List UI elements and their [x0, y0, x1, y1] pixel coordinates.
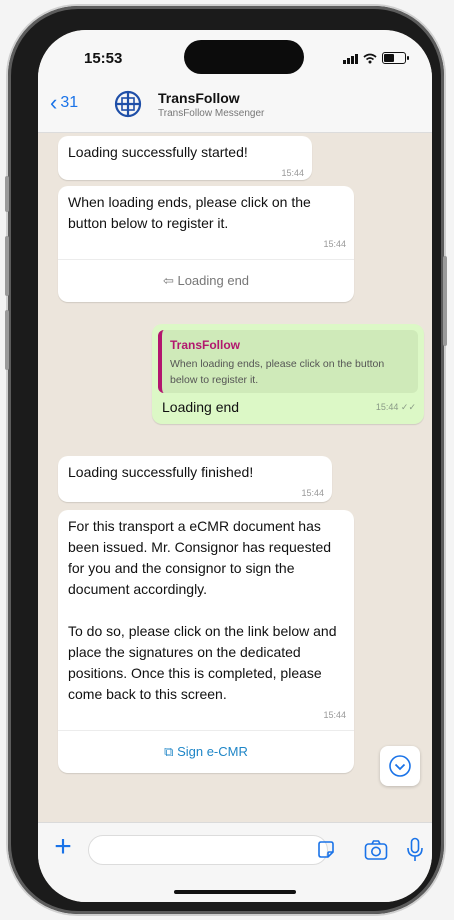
chevron-down-circle-icon [389, 755, 411, 777]
message-text: When loading ends, please click on the b… [68, 194, 311, 231]
sticker-icon[interactable] [316, 840, 336, 860]
sign-ecmr-link-label: Sign e-CMR [177, 744, 248, 759]
dynamic-island [184, 40, 304, 74]
message-time: 15:44 [281, 168, 304, 178]
message-bubble[interactable]: For this transport a eCMR document has b… [58, 510, 354, 773]
quoted-sender: TransFollow [170, 338, 241, 352]
signal-icon [343, 53, 358, 64]
side-button-mute [5, 176, 9, 212]
message-text: For this transport a eCMR document has b… [68, 518, 337, 702]
reply-icon: ⇦ [162, 273, 174, 288]
status-icons [343, 52, 409, 64]
message-bubble-outgoing[interactable]: TransFollow When loading ends, please cl… [152, 324, 424, 424]
message-time: 15:44 [323, 239, 346, 249]
back-button[interactable]: ‹ 31 [50, 92, 78, 114]
message-time: 15:44 [301, 488, 324, 498]
chat-name[interactable]: TransFollow [158, 90, 240, 106]
quoted-text: When loading ends, please click on the b… [170, 358, 385, 386]
scroll-down-button[interactable] [380, 746, 420, 786]
chat-header: ‹ 31 TransFollow TransFollow Messenger [38, 80, 432, 133]
message-bubble[interactable]: Loading successfully finished! 15:44 [58, 456, 332, 502]
transfollow-logo-avatar[interactable] [110, 86, 146, 122]
message-time: 15:44 [375, 402, 399, 412]
external-link-icon: ⧉ [164, 744, 174, 759]
side-button-power [443, 256, 447, 346]
home-indicator[interactable] [174, 890, 296, 894]
message-input[interactable] [88, 835, 328, 865]
side-button-volume-down [5, 310, 9, 370]
back-count: 31 [60, 94, 79, 111]
message-bubble[interactable]: Loading successfully started! 15:44 [58, 136, 312, 180]
plus-icon[interactable]: + [48, 832, 78, 863]
message-text: Loading successfully started! [68, 144, 248, 160]
loading-end-button-label: Loading end [177, 273, 250, 288]
camera-icon[interactable] [364, 839, 388, 861]
message-bubble[interactable]: When loading ends, please click on the b… [58, 186, 354, 302]
wifi-icon [363, 53, 377, 63]
quoted-message[interactable]: TransFollow When loading ends, please cl… [158, 330, 418, 393]
status-time: 15:53 [84, 50, 123, 67]
microphone-icon[interactable] [406, 837, 424, 863]
sign-ecmr-link[interactable]: ⧉ Sign e-CMR [58, 730, 354, 773]
chat-subtitle: TransFollow Messenger [158, 108, 265, 119]
message-list[interactable]: Loading successfully started! 15:44 When… [38, 132, 432, 822]
message-text: Loading successfully finished! [68, 464, 254, 480]
double-check-icon: ✓✓ [400, 402, 416, 412]
message-text: Loading end [162, 399, 240, 415]
phone-screen: 15:53 ‹ 31 TransFollow TransFollow Messe… [38, 30, 432, 902]
phone-frame: 15:53 ‹ 31 TransFollow TransFollow Messe… [5, 6, 447, 914]
chevron-left-icon: ‹ [50, 90, 58, 115]
side-button-volume-up [5, 236, 9, 296]
battery-icon [382, 52, 409, 64]
loading-end-button[interactable]: ⇦ Loading end [58, 259, 354, 302]
message-time: 15:44 [323, 710, 346, 720]
